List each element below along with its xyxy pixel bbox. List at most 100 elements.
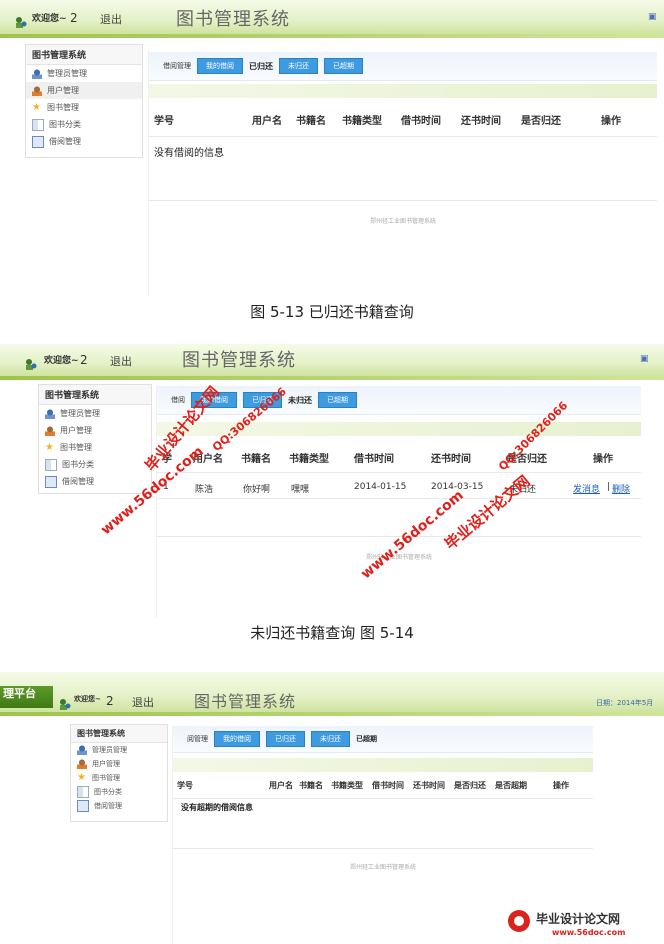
col-is-returned: 是否归还 — [454, 781, 486, 790]
footer-divider — [173, 848, 593, 849]
sidebar-title: 图书管理系统 — [71, 725, 167, 743]
col-borrow-time: 借书时间 — [401, 116, 441, 127]
col-borrow-time: 借书时间 — [372, 781, 404, 790]
sidebar-item-admin[interactable]: 管理员管理 — [71, 743, 167, 757]
header-band — [173, 758, 593, 772]
logout-link[interactable]: 退出 — [132, 694, 154, 710]
header-divider — [157, 472, 641, 473]
sidebar: 图书管理系统 管理员管理 用户管理 ★ 图书管理 图书分类 借阅管理 — [25, 44, 143, 158]
sidebar-item-books[interactable]: ★ 图书管理 — [39, 439, 151, 456]
col-username: 用户名 — [252, 116, 282, 127]
user-avatar-icon — [24, 356, 38, 370]
logout-link[interactable]: 退出 — [100, 11, 122, 27]
welcome-text: 欢迎您~ — [74, 695, 101, 703]
tab-returned[interactable]: 已归还 — [249, 61, 273, 72]
logout-link[interactable]: 退出 — [110, 353, 132, 369]
user-icon — [32, 85, 42, 96]
user-count: 2 — [106, 694, 114, 708]
star-icon: ★ — [77, 772, 86, 783]
figure-caption-1: 图 5-13 已归还书籍查询 — [250, 303, 414, 321]
category-icon — [77, 786, 89, 798]
borrow-icon — [77, 800, 89, 812]
send-message-link[interactable]: 发消息 — [573, 482, 600, 495]
tab-bar-label: 借阅 — [171, 396, 185, 404]
welcome-text: 欢迎您~ — [32, 14, 67, 24]
tab-bar: 借阅 我的借阅 已归还 未归还 已超期 — [157, 386, 641, 415]
screenshot-returned: 欢迎您~ 2 退出 图书管理系统 ▣ 图书管理系统 管理员管理 用户管理 ★ 图书… — [0, 0, 664, 296]
tab-unreturned[interactable]: 未归还 — [288, 395, 312, 406]
date-display: 日期：2014年5月 — [596, 699, 654, 707]
sidebar-item-admin[interactable]: 管理员管理 — [26, 65, 142, 82]
col-book-type: 书籍类型 — [331, 781, 363, 790]
tab-overdue[interactable]: 已超期 — [324, 58, 363, 74]
cell-type: 嘿嘿 — [291, 485, 310, 495]
tab-my-borrows[interactable]: 我的借阅 — [214, 731, 260, 747]
col-return-time: 还书时间 — [413, 781, 445, 790]
sidebar-item-borrow[interactable]: 借阅管理 — [26, 133, 142, 150]
sidebar-title: 图书管理系统 — [39, 385, 151, 405]
settings-icon[interactable]: ▣ — [648, 12, 657, 22]
sidebar-item-users[interactable]: 用户管理 — [26, 82, 142, 99]
admin-icon — [32, 68, 42, 79]
star-icon: ★ — [45, 441, 54, 453]
settings-icon[interactable]: ▣ — [640, 354, 649, 364]
sidebar-item-borrow[interactable]: 借阅管理 — [39, 473, 151, 490]
col-is-overdue: 是否超期 — [495, 781, 527, 790]
sidebar-item-borrow[interactable]: 借阅管理 — [71, 799, 167, 813]
sidebar-item-categories[interactable]: 图书分类 — [39, 456, 151, 473]
col-actions: 操作 — [601, 116, 621, 127]
tab-overdue[interactable]: 已超期 — [356, 734, 377, 744]
table-header: 学号 用户名 书籍名 书籍类型 借书时间 还书时间 是否归还 操作 — [149, 112, 657, 127]
tab-bar-label: 阅管理 — [187, 735, 208, 743]
sidebar: 图书管理系统 管理员管理 用户管理 ★ 图书管理 图书分类 借阅管理 — [70, 724, 168, 822]
category-icon — [45, 458, 57, 471]
col-username: 用户名 — [269, 781, 293, 790]
site-logo-icon — [508, 910, 530, 932]
col-return-time: 还书时间 — [461, 116, 501, 127]
table-header: 学号 用户名 书籍名 书籍类型 借书时间 还书时间 是否归还 是否超期 操作 — [173, 780, 593, 794]
col-book-type: 书籍类型 — [289, 454, 329, 465]
borrow-icon — [45, 475, 57, 488]
empty-message: 没有超期的借阅信息 — [181, 803, 253, 812]
top-bar: 欢迎您~ 2 退出 图书管理系统 ▣ — [0, 0, 664, 35]
tab-my-borrows[interactable]: 我的借阅 — [197, 58, 243, 74]
sidebar-item-categories[interactable]: 图书分类 — [71, 785, 167, 799]
footer-text: 郑州轻工业图书管理系统 — [349, 864, 416, 871]
user-icon — [77, 759, 87, 769]
system-title: 图书管理系统 — [194, 692, 297, 711]
header-divider — [173, 798, 593, 799]
col-book-type: 书籍类型 — [342, 116, 382, 127]
tab-unreturned[interactable]: 未归还 — [311, 731, 350, 747]
table-header: 学 用户名 书籍名 书籍类型 借书时间 还书时间 是否归还 操作 — [157, 450, 641, 465]
sidebar-item-books[interactable]: ★ 图书管理 — [26, 99, 142, 116]
footer-divider — [149, 200, 657, 201]
sidebar-item-admin[interactable]: 管理员管理 — [39, 405, 151, 422]
col-book-name: 书籍名 — [296, 116, 326, 127]
bottom-logo-name: 毕业设计论文网 — [536, 912, 621, 926]
green-divider — [0, 376, 664, 380]
main-panel: 借阅 我的借阅 已归还 未归还 已超期 学 用户名 书籍名 书籍类型 借书时间 … — [156, 386, 641, 618]
main-panel: 借阅管理 我的借阅 已归还 未归还 已超期 学号 用户名 书籍名 书籍类型 借书… — [148, 50, 657, 296]
col-is-returned: 是否归还 — [521, 116, 561, 127]
header-band — [149, 84, 657, 98]
tab-overdue[interactable]: 已超期 — [318, 392, 357, 408]
sidebar-item-users[interactable]: 用户管理 — [71, 757, 167, 771]
tab-returned[interactable]: 已归还 — [266, 731, 305, 747]
green-divider — [0, 34, 664, 38]
delete-link[interactable]: 删除 — [612, 482, 630, 495]
welcome-text: 欢迎您~ — [44, 356, 79, 366]
col-student-id: 学号 — [177, 781, 193, 790]
sidebar-item-users[interactable]: 用户管理 — [39, 422, 151, 439]
tab-unreturned[interactable]: 未归还 — [279, 58, 318, 74]
user-avatar-icon — [14, 14, 28, 28]
col-student-id: 学号 — [154, 116, 174, 127]
sidebar: 图书管理系统 管理员管理 用户管理 ★ 图书管理 图书分类 借阅管理 — [38, 384, 152, 494]
row-divider — [157, 498, 641, 499]
empty-message: 没有借阅的信息 — [154, 148, 224, 159]
system-title: 图书管理系统 — [176, 9, 290, 30]
sidebar-title: 图书管理系统 — [26, 45, 142, 65]
sidebar-item-books[interactable]: ★ 图书管理 — [71, 771, 167, 785]
tab-bar: 阅管理 我的借阅 已归还 未归还 已超期 — [173, 726, 593, 753]
sidebar-item-categories[interactable]: 图书分类 — [26, 116, 142, 133]
figure-caption-2: 未归还书籍查询 图 5-14 — [250, 624, 414, 642]
